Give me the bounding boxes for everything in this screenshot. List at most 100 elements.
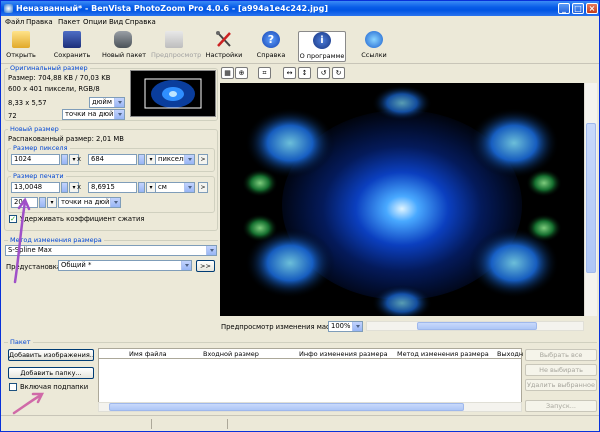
help-button[interactable]: ? Справка <box>255 31 287 62</box>
pixel-width-input[interactable]: 1024 <box>11 154 60 165</box>
menu-view[interactable]: Вид <box>109 18 123 26</box>
info-icon: i <box>313 32 331 49</box>
pan-tool-icon[interactable]: ▦ <box>221 67 234 79</box>
thumbnail-preview[interactable] <box>130 70 216 117</box>
menu-help[interactable]: Справка <box>125 18 156 26</box>
print-unit-more-button[interactable]: > <box>198 182 208 193</box>
batch-label: Пакет <box>8 338 33 346</box>
preview-vertical-scrollbar[interactable] <box>584 83 597 316</box>
main-toolbar: Открыть Сохранить Новый пакет Предпросмо… <box>1 28 599 64</box>
pixel-height-input[interactable]: 684 <box>88 154 137 165</box>
resolution-input[interactable]: 200 <box>11 197 38 208</box>
keep-ratio-checkbox[interactable]: ✓ <box>9 215 17 223</box>
chevron-down-icon <box>206 246 216 255</box>
globe-icon <box>365 31 383 48</box>
column-resize-method[interactable]: Метод изменения размера <box>397 350 489 358</box>
print-unit-dropdown[interactable]: см <box>155 182 195 193</box>
unpacked-size-text: Распакованный размер: 2,01 MB <box>8 135 124 143</box>
links-button[interactable]: Ссылки <box>358 31 390 62</box>
deselect-button[interactable]: Не выбирать <box>525 364 597 376</box>
settings-button[interactable]: Настройки <box>205 31 243 62</box>
crop-icon[interactable]: ⌗ <box>258 67 271 79</box>
column-filename[interactable]: Имя файла <box>129 350 167 358</box>
flip-horizontal-icon[interactable]: ↔ <box>283 67 296 79</box>
minimize-button[interactable]: _ <box>558 3 570 14</box>
new-batch-button[interactable]: Новый пакет <box>102 31 146 62</box>
print-width-input[interactable]: 13,0048 <box>11 182 60 193</box>
original-size-label: Оригинальный размер <box>8 64 90 72</box>
resolution-unit-dropdown[interactable]: точки на дюйм <box>58 197 121 208</box>
image-preview[interactable] <box>220 83 584 316</box>
remove-selected-button[interactable]: Удалить выбранное <box>525 379 597 391</box>
run-button[interactable]: Запуск... <box>525 400 597 412</box>
keep-ratio-label: Удерживать коэффициент сжатия <box>20 215 145 223</box>
vertical-scroll-thumb[interactable] <box>586 123 596 273</box>
maximize-button[interactable]: □ <box>572 3 584 14</box>
print-size-label: Размер печати <box>11 172 66 180</box>
chevron-down-icon <box>184 183 194 192</box>
menu-options[interactable]: Опции <box>83 18 107 26</box>
pixel-unit-more-button[interactable]: > <box>198 154 208 165</box>
original-unit-dropdown[interactable]: дюйм <box>89 97 125 108</box>
zoom-tool-icon[interactable]: ⊕ <box>235 67 248 79</box>
algorithm-dropdown[interactable]: S-Spline Max <box>5 245 217 256</box>
save-button[interactable]: Сохранить <box>53 31 91 62</box>
preview-horizontal-scrollbar[interactable] <box>366 321 584 331</box>
pixel-size-label: Размер пикселя <box>11 144 70 152</box>
menu-edit[interactable]: Правка <box>26 18 53 26</box>
print-width-spinner[interactable] <box>61 182 68 193</box>
chevron-down-icon <box>114 110 124 119</box>
add-images-button[interactable]: Добавить изображения... <box>8 349 94 361</box>
rotate-right-icon[interactable]: ↻ <box>332 67 345 79</box>
annotation-arrow <box>12 392 45 415</box>
batch-scroll-thumb[interactable] <box>109 403 464 411</box>
image-toolbar: ▦ ⊕ ⌗ ↔ ↕ ↺ ↻ <box>220 66 600 81</box>
include-subfolders-checkbox[interactable] <box>9 383 17 391</box>
resolution-menu-button[interactable]: ▾ <box>47 197 57 208</box>
folder-icon <box>12 31 30 48</box>
column-output[interactable]: Выходн <box>497 350 523 358</box>
resolution-spinner[interactable] <box>39 197 46 208</box>
menu-batch[interactable]: Пакет <box>58 18 80 26</box>
flip-vertical-icon[interactable]: ↕ <box>298 67 311 79</box>
app-icon <box>4 4 13 13</box>
preset-dropdown[interactable]: Общий * <box>58 260 192 271</box>
tools-icon <box>215 31 233 48</box>
database-icon <box>114 31 132 48</box>
original-dpi: 72 <box>8 112 17 120</box>
chevron-down-icon <box>184 155 194 164</box>
horizontal-scroll-thumb[interactable] <box>417 322 537 330</box>
status-separator <box>227 419 228 429</box>
print-height-input[interactable]: 8,6915 <box>88 182 137 193</box>
new-size-label: Новый размер <box>8 125 61 133</box>
add-folder-button[interactable]: Добавить папку... <box>8 367 94 379</box>
preview-zoom-dropdown[interactable]: 100% <box>328 321 363 332</box>
original-inch-size: 8,33 x 5,57 <box>8 99 47 107</box>
status-bar <box>1 415 599 431</box>
batch-table-header: Имя файла Входной размер Инфо изменения … <box>98 348 523 359</box>
column-input-size[interactable]: Входной размер <box>203 350 259 358</box>
print-height-spinner[interactable] <box>138 182 145 193</box>
preview-button[interactable]: Предпросмотр <box>151 31 201 62</box>
original-dpi-dropdown[interactable]: точки на дюйм <box>62 109 125 120</box>
pixel-unit-dropdown[interactable]: пиксели <box>155 154 195 165</box>
menu-file[interactable]: Файл <box>5 18 24 26</box>
chevron-down-icon <box>110 198 120 207</box>
close-button[interactable]: × <box>586 3 598 14</box>
batch-horizontal-scrollbar[interactable] <box>98 402 522 412</box>
batch-divider <box>4 342 597 343</box>
about-button[interactable]: i О программе <box>298 31 346 62</box>
times-sign: x <box>77 155 82 163</box>
open-button[interactable]: Открыть <box>5 31 37 62</box>
preset-more-button[interactable]: >> <box>196 260 215 272</box>
times-sign: x <box>77 183 82 191</box>
select-all-button[interactable]: Выбрать все <box>525 349 597 361</box>
app-window: Неназванный* - BenVista PhotoZoom Pro 4.… <box>0 0 600 432</box>
window-title: Неназванный* - BenVista PhotoZoom Pro 4.… <box>16 4 328 13</box>
column-resize-info[interactable]: Инфо изменения размера <box>299 350 388 358</box>
chevron-down-icon <box>352 322 362 331</box>
rotate-left-icon[interactable]: ↺ <box>317 67 330 79</box>
pixel-height-spinner[interactable] <box>138 154 145 165</box>
pixel-width-spinner[interactable] <box>61 154 68 165</box>
fractal-image <box>220 83 584 316</box>
